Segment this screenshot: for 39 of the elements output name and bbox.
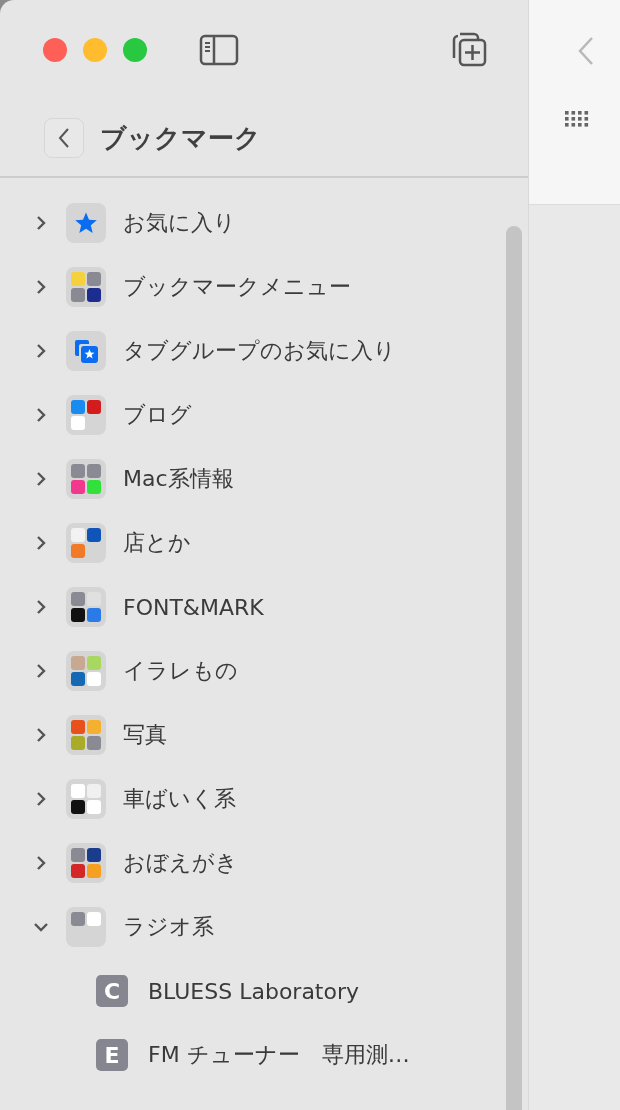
- folder-name: 車ばいく系: [123, 785, 236, 813]
- bookmark-item[interactable]: C BLUESS Laboratory: [0, 959, 528, 1023]
- bookmark-name: FM チューナー 専用測…: [148, 1041, 410, 1069]
- bookmark-folder[interactable]: 車ばいく系: [0, 767, 528, 831]
- folder-name: FONT&MARK: [123, 594, 264, 620]
- bookmark-folder[interactable]: タブグループのお気に入り: [0, 319, 528, 383]
- bookmark-folder[interactable]: 店とか: [0, 511, 528, 575]
- bookmark-folder[interactable]: 写真: [0, 703, 528, 767]
- tab-group-star-icon: [73, 338, 99, 364]
- letter-icon: C: [96, 975, 128, 1007]
- folder-name: ブックマークメニュー: [123, 273, 351, 301]
- bookmark-folder[interactable]: FONT&MARK: [0, 575, 528, 639]
- bookmark-folder[interactable]: おぼえがき: [0, 831, 528, 895]
- back-button[interactable]: [44, 118, 84, 158]
- bookmark-folder[interactable]: ラジオ系: [0, 895, 528, 959]
- scrollbar[interactable]: [506, 226, 522, 1110]
- bookmark-name: BLUESS Laboratory: [148, 978, 360, 1004]
- folder-name: タブグループのお気に入り: [123, 337, 396, 365]
- sidebar-title: ブックマーク: [100, 121, 261, 155]
- folder-name: お気に入り: [123, 209, 236, 237]
- sidebar-icon[interactable]: [199, 34, 239, 66]
- chevron-left-icon: [57, 127, 71, 149]
- bookmark-folder[interactable]: Mac系情報: [0, 447, 528, 511]
- bookmark-folder[interactable]: ブログ: [0, 383, 528, 447]
- folder-name: イラレもの: [123, 657, 238, 685]
- star-icon: [74, 211, 98, 235]
- grid-icon[interactable]: [565, 111, 589, 127]
- folder-name: 写真: [123, 721, 167, 749]
- new-tab-group-icon[interactable]: [450, 30, 488, 68]
- folder-name: ブログ: [123, 401, 192, 429]
- bookmark-folder[interactable]: イラレもの: [0, 639, 528, 703]
- bookmark-folder[interactable]: お気に入り: [0, 191, 528, 255]
- folder-name: Mac系情報: [123, 465, 234, 493]
- folder-name: ラジオ系: [123, 913, 214, 941]
- bookmark-folder[interactable]: ブックマークメニュー: [0, 255, 528, 319]
- bookmark-item[interactable]: E FM チューナー 専用測…: [0, 1023, 528, 1087]
- folder-name: おぼえがき: [123, 849, 238, 877]
- folder-name: 店とか: [123, 529, 191, 557]
- letter-icon: E: [96, 1039, 128, 1071]
